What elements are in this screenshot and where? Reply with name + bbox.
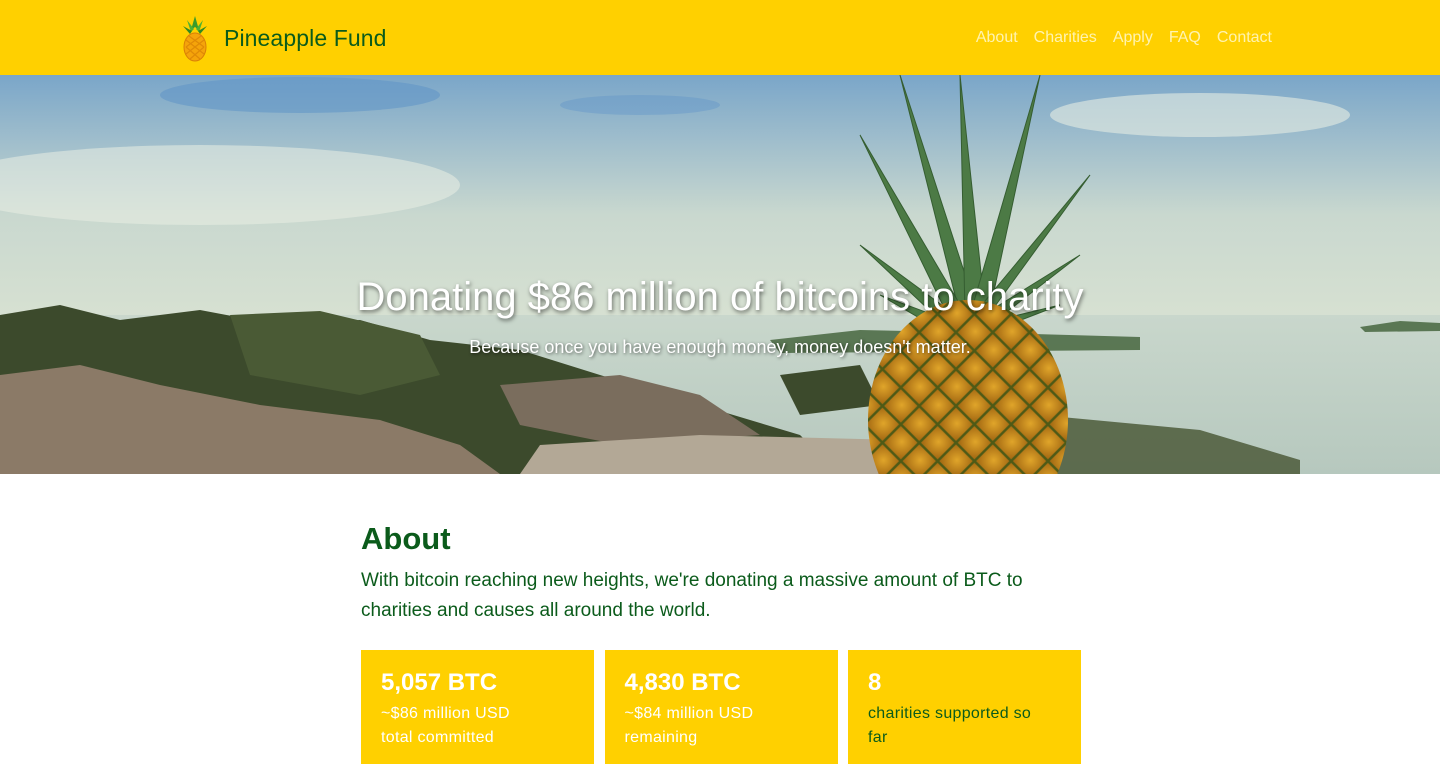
stat-label-line2: total committed — [381, 729, 494, 746]
stat-label: charities supported so far — [868, 702, 1061, 750]
main-nav: About Charities Apply FAQ Contact — [976, 26, 1272, 50]
stat-label-line1: charities supported so — [868, 705, 1032, 722]
pineapple-logo-icon — [183, 16, 207, 62]
brand-home-link[interactable]: Pineapple Fund — [178, 14, 387, 62]
about-section: About With bitcoin reaching new heights,… — [361, 520, 1081, 626]
hero-subtitle: Because once you have enough money, mone… — [469, 337, 971, 357]
stat-label-line1: ~$86 million USD — [381, 705, 510, 722]
nav-link-contact[interactable]: Contact — [1217, 29, 1272, 47]
brand-name: Pineapple Fund — [224, 24, 387, 51]
stat-label-line1: ~$84 million USD — [624, 705, 754, 722]
about-heading: About — [361, 521, 451, 556]
stat-value: 5,057 BTC — [381, 669, 498, 696]
stat-label-line2: far — [868, 729, 888, 746]
stat-card-charities: 8 charities supported so far — [848, 650, 1081, 764]
stat-value: 4,830 BTC — [624, 669, 741, 696]
nav-link-charities[interactable]: Charities — [1034, 29, 1097, 47]
stat-label: ~$86 million USD total committed — [381, 702, 574, 750]
stat-label-line2: remaining — [624, 729, 698, 746]
stat-label: ~$84 million USD remaining — [625, 702, 818, 750]
about-text: With bitcoin reaching new heights, we're… — [361, 570, 1023, 621]
hero-title: Donating $86 million of bitcoins to char… — [356, 275, 1084, 319]
nav-link-apply[interactable]: Apply — [1113, 29, 1153, 47]
stats-row: 5,057 BTC ~$86 million USD total committ… — [361, 650, 1081, 764]
nav-link-faq[interactable]: FAQ — [1169, 29, 1201, 47]
stat-value: 8 — [868, 669, 882, 696]
navbar: Pineapple Fund About Charities Apply FAQ… — [0, 0, 1440, 75]
nav-link-about[interactable]: About — [976, 29, 1018, 47]
stat-card-remaining: 4,830 BTC ~$84 million USD remaining — [604, 650, 838, 764]
stat-card-committed: 5,057 BTC ~$86 million USD total committ… — [361, 650, 594, 764]
hero-banner: Donating $86 million of bitcoins to char… — [0, 75, 1440, 474]
